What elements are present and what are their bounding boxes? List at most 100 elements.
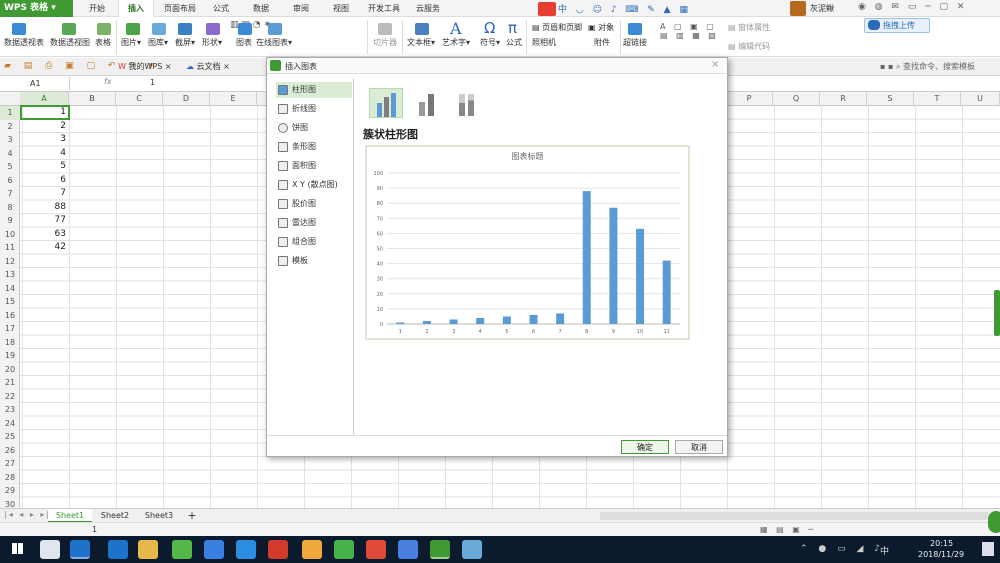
cancel-button[interactable]: 取消: [675, 440, 723, 454]
tab-page-layout[interactable]: 页面布局: [158, 0, 202, 17]
doc-tab-cloud[interactable]: ☁ 云文档 ×: [186, 61, 230, 72]
sheet-tab-2[interactable]: Sheet2: [94, 509, 136, 523]
ime-indicator[interactable]: 中: [880, 544, 889, 557]
row-header[interactable]: 21: [0, 376, 20, 390]
taskview-icon[interactable]: [40, 540, 60, 559]
close-icon[interactable]: ×: [711, 59, 719, 70]
app-icon-bird[interactable]: [204, 540, 224, 559]
shape-button[interactable]: 形状▾: [202, 37, 222, 48]
row-header[interactable]: 9: [0, 214, 20, 228]
search-area[interactable]: ▪ ▪ ⌕ 查找命令、搜索模板: [880, 61, 975, 72]
form-properties-button[interactable]: ▤ 窗体属性: [728, 22, 770, 33]
row-header[interactable]: 25: [0, 430, 20, 444]
app-icon-red[interactable]: [268, 540, 288, 559]
app-icon-360[interactable]: [334, 540, 354, 559]
cell-a2[interactable]: 2: [20, 120, 69, 134]
row-header[interactable]: 2: [0, 120, 20, 134]
column-header[interactable]: S: [867, 92, 914, 106]
notification-icon[interactable]: [982, 542, 994, 556]
tab-formula[interactable]: 公式: [206, 0, 236, 17]
column-header[interactable]: C: [116, 92, 163, 106]
sheet-tab-1[interactable]: Sheet1: [48, 509, 92, 523]
wps-sheet-icon[interactable]: [430, 540, 450, 559]
chart-button[interactable]: 图表: [236, 37, 252, 48]
folder-icon[interactable]: [138, 540, 158, 559]
doc-tab-my-wps[interactable]: W 我的WPS ×: [118, 61, 172, 72]
row-header[interactable]: 4: [0, 147, 20, 161]
tab-start[interactable]: 开始: [82, 0, 112, 17]
chart-type-column[interactable]: 柱形图: [276, 82, 352, 98]
row-header[interactable]: 20: [0, 363, 20, 377]
wordart-button[interactable]: 艺术字▾: [442, 37, 470, 48]
wps-float-icon[interactable]: [988, 511, 1000, 533]
cell-a1[interactable]: 1: [20, 106, 69, 120]
row-header[interactable]: 11: [0, 241, 20, 255]
tab-cloud[interactable]: 云服务: [410, 0, 446, 17]
chart-type-combo[interactable]: 组合图: [276, 234, 352, 250]
column-header[interactable]: Q: [773, 92, 820, 106]
row-header[interactable]: 5: [0, 160, 20, 174]
column-header[interactable]: E: [210, 92, 257, 106]
row-header[interactable]: 26: [0, 444, 20, 458]
pivot-chart-button[interactable]: 数据透视图: [50, 37, 90, 48]
edge-icon[interactable]: [108, 540, 128, 559]
add-sheet-button[interactable]: +: [184, 509, 200, 523]
picture-button[interactable]: 图片▾: [121, 37, 141, 48]
online-chart-button[interactable]: 在线图表▾: [256, 37, 292, 48]
formula-input[interactable]: 1: [150, 78, 155, 87]
hyperlink-button[interactable]: 超链接: [623, 37, 647, 48]
row-header[interactable]: 13: [0, 268, 20, 282]
sheet-tab-3[interactable]: Sheet3: [138, 509, 180, 523]
row-header[interactable]: 7: [0, 187, 20, 201]
start-icon[interactable]: [12, 543, 23, 554]
app-icon-paper[interactable]: [462, 540, 482, 559]
row-header[interactable]: 23: [0, 403, 20, 417]
row-header[interactable]: 8: [0, 201, 20, 215]
row-header[interactable]: 24: [0, 417, 20, 431]
row-header[interactable]: 10: [0, 228, 20, 242]
edit-code-button[interactable]: ▤ 编辑代码: [728, 41, 770, 52]
row-header[interactable]: 1: [0, 106, 20, 120]
cell-a6[interactable]: 6: [20, 174, 69, 188]
ie-icon[interactable]: [70, 540, 90, 559]
camera-button[interactable]: 照相机: [532, 37, 556, 48]
row-header[interactable]: 14: [0, 282, 20, 296]
chart-type-radar[interactable]: 雷达图: [276, 215, 352, 231]
user-name[interactable]: 灰泥鳅: [810, 3, 834, 14]
screenshot-button[interactable]: 截屏▾: [175, 37, 195, 48]
column-header[interactable]: A: [20, 92, 69, 106]
column-header[interactable]: T: [914, 92, 961, 106]
column-header[interactable]: D: [163, 92, 210, 106]
row-header[interactable]: 3: [0, 133, 20, 147]
subtype-clustered-column[interactable]: [369, 88, 403, 118]
name-box[interactable]: A1: [0, 77, 70, 90]
attachment-button[interactable]: 附件: [594, 37, 610, 48]
text-tools-icons[interactable]: A ▢ ▣ ▢ ▤ ▥ ▦ ▧: [660, 22, 725, 40]
cell-a9[interactable]: 77: [20, 214, 69, 228]
app-icon-blue[interactable]: [236, 540, 256, 559]
ime-toolbar[interactable]: 中 ◡ ☺ ♪ ⌨ ✎ ▲ ▦: [558, 2, 698, 16]
app-icon-orange[interactable]: [302, 540, 322, 559]
row-header[interactable]: 29: [0, 484, 20, 498]
pivot-table-button[interactable]: 数据透视表: [4, 37, 44, 48]
chrome-icon[interactable]: [366, 540, 386, 559]
row-header[interactable]: 19: [0, 349, 20, 363]
horizontal-scrollbar[interactable]: [600, 512, 988, 520]
textbox-button[interactable]: 文本框▾: [407, 37, 435, 48]
sheet-nav-arrows[interactable]: |◂ ◂ ▸ ▸|: [4, 510, 51, 519]
chart-type-pie[interactable]: 饼图: [276, 120, 352, 136]
tray-icons[interactable]: ⌃ ● ▭ ◢ ♪: [800, 544, 884, 554]
equation-button[interactable]: 公式: [506, 37, 522, 48]
cell-a5[interactable]: 5: [20, 160, 69, 174]
row-header[interactable]: 6: [0, 174, 20, 188]
column-header[interactable]: B: [69, 92, 116, 106]
chart-type-scatter[interactable]: X Y (散点图): [276, 177, 352, 193]
cell-a3[interactable]: 3: [20, 133, 69, 147]
row-header[interactable]: 22: [0, 390, 20, 404]
chart-type-template[interactable]: 模板: [276, 253, 352, 269]
cell-a10[interactable]: 63: [20, 228, 69, 242]
cell-a7[interactable]: 7: [20, 187, 69, 201]
tab-data[interactable]: 数据: [246, 0, 276, 17]
avatar[interactable]: [790, 1, 806, 16]
tab-developer[interactable]: 开发工具: [362, 0, 406, 17]
